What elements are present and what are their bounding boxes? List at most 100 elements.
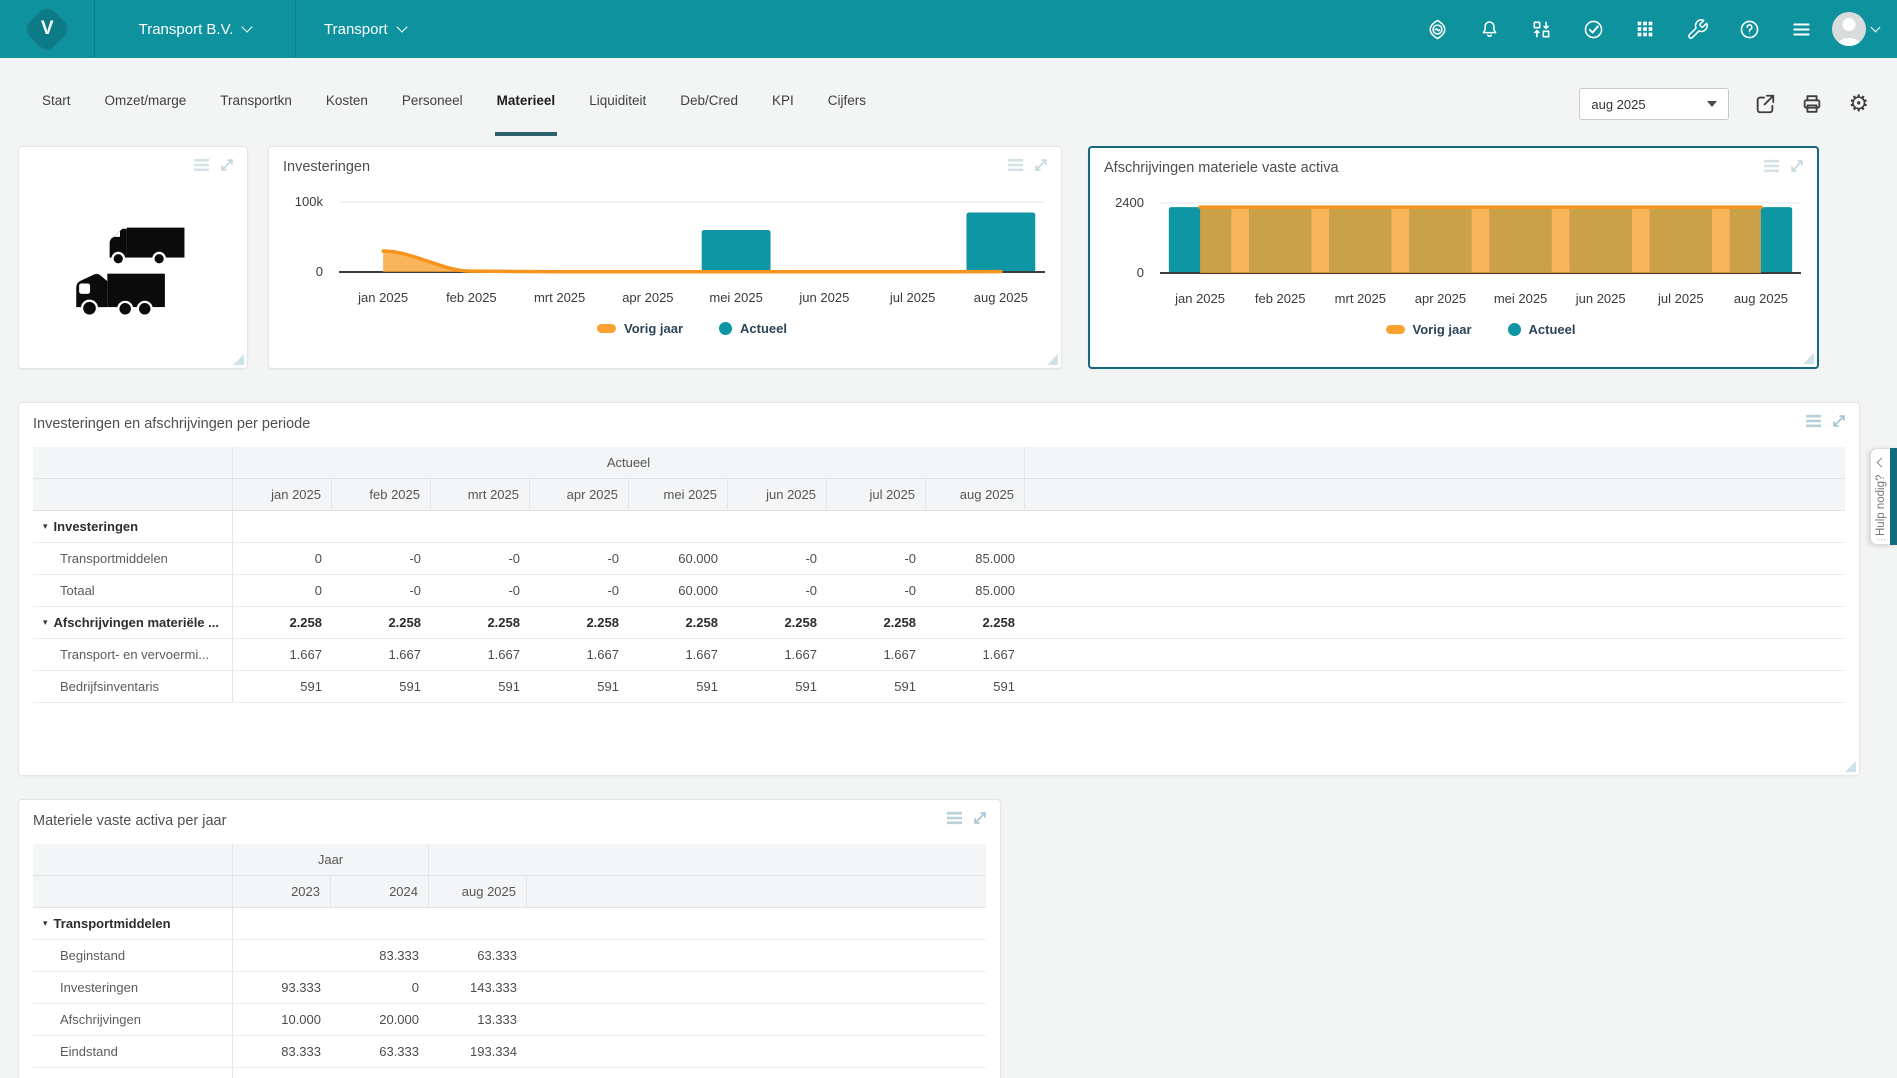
- legend-vorig-jaar[interactable]: Vorig jaar: [1386, 322, 1472, 337]
- column-header-apr-2025: apr 2025: [530, 479, 629, 510]
- x-axis-tick: jun 2025: [780, 290, 868, 305]
- row-value: [827, 511, 926, 542]
- table-row-eindstand: Eindstand83.33363.333193.334: [33, 1036, 986, 1068]
- app-logo[interactable]: V: [0, 0, 95, 58]
- resize-handle[interactable]: [1047, 354, 1058, 365]
- expand-icon[interactable]: [1033, 157, 1049, 173]
- row-value: 1.667: [530, 639, 629, 670]
- row-label: ▾Afschrijvingen materiële ...: [33, 607, 233, 638]
- row-value: 591: [431, 671, 530, 702]
- resize-handle[interactable]: [1803, 353, 1814, 364]
- x-axis-tick: mrt 2025: [516, 290, 604, 305]
- y-axis-tick: 0: [316, 264, 323, 280]
- row-value: 591: [827, 671, 926, 702]
- notifications-bell-icon[interactable]: [1463, 0, 1515, 58]
- expand-icon[interactable]: [1789, 158, 1805, 174]
- afschrijvingen-chart-panel: Afschrijvingen materiele vaste activa 24…: [1088, 146, 1819, 369]
- legend-actueel[interactable]: Actueel: [719, 321, 787, 336]
- table-row-afschrijvingen: Afschrijvingen10.00020.00013.333: [33, 1004, 986, 1036]
- period-select[interactable]: aug 2025: [1579, 88, 1729, 120]
- company-selector[interactable]: Transport B.V.: [95, 0, 296, 58]
- tab-cijfers[interactable]: Cijfers: [826, 58, 868, 136]
- tools-wrench-icon[interactable]: [1671, 0, 1723, 58]
- collapse-caret-icon[interactable]: ▾: [43, 521, 48, 532]
- tab-liquiditeit[interactable]: Liquiditeit: [587, 58, 648, 136]
- collapse-caret-icon[interactable]: ▾: [43, 918, 48, 929]
- y-axis-tick: 100k: [295, 194, 323, 210]
- area-top-line: [383, 251, 1001, 272]
- menu-hamburger-icon[interactable]: [1775, 0, 1827, 58]
- widget-menu-icon[interactable]: [1805, 414, 1822, 428]
- tab-omzet-marge[interactable]: Omzet/marge: [103, 58, 189, 136]
- apps-grid-icon[interactable]: [1619, 0, 1671, 58]
- help-tab-label: Hulp nodig?: [1875, 470, 1887, 536]
- tab-transportkn[interactable]: Transportkn: [218, 58, 294, 136]
- tasks-check-icon[interactable]: [1567, 0, 1619, 58]
- tab-kpi[interactable]: KPI: [770, 58, 796, 136]
- row-value: -0: [332, 575, 431, 606]
- x-axis-tick: apr 2025: [1400, 291, 1480, 306]
- advisor-badge-icon[interactable]: [1411, 0, 1463, 58]
- resize-handle[interactable]: [1845, 761, 1856, 772]
- table-row-investeringen: Investeringen93.3330143.333: [33, 972, 986, 1004]
- share-icon[interactable]: [1754, 93, 1776, 115]
- company-name: Transport B.V.: [139, 21, 234, 38]
- help-tab-accent: [1890, 448, 1897, 545]
- tab-start[interactable]: Start: [40, 58, 73, 136]
- row-value: [331, 908, 429, 939]
- user-avatar[interactable]: [1827, 0, 1883, 58]
- row-value: 591: [629, 671, 728, 702]
- row-value: -0: [827, 543, 926, 574]
- widget-menu-icon[interactable]: [1763, 159, 1780, 173]
- expand-icon[interactable]: [972, 810, 988, 826]
- row-value: [629, 511, 728, 542]
- chart-afschrijvingen: 24000 jan 2025feb 2025mrt 2025apr 2025me…: [1104, 196, 1801, 337]
- area-vorig-jaar: [1200, 207, 1761, 273]
- row-value: 591: [233, 671, 332, 702]
- x-axis-tick: feb 2025: [427, 290, 515, 305]
- switch-administration-icon[interactable]: [1515, 0, 1567, 58]
- x-axis-tick: apr 2025: [604, 290, 692, 305]
- drag-dots-icon: …: [1877, 536, 1887, 540]
- row-label: Afschrijvingen: [33, 1004, 233, 1035]
- resize-handle[interactable]: [233, 354, 244, 365]
- row-value: 2.258: [530, 607, 629, 638]
- print-icon[interactable]: [1801, 93, 1823, 115]
- y-axis-tick: 2400: [1115, 195, 1144, 211]
- panel-title: Investeringen: [283, 159, 370, 175]
- help-question-icon[interactable]: [1723, 0, 1775, 58]
- collapse-caret-icon[interactable]: ▾: [43, 617, 48, 628]
- tab-personeel[interactable]: Personeel: [400, 58, 465, 136]
- legend-label: Vorig jaar: [1413, 322, 1472, 337]
- dashboard-view-selector[interactable]: Transport: [296, 0, 434, 58]
- help-flyout-tab[interactable]: Hulp nodig? …: [1870, 448, 1897, 545]
- column-header-mrt-2025: mrt 2025: [431, 479, 530, 510]
- legend-actueel[interactable]: Actueel: [1508, 322, 1576, 337]
- widget-menu-icon[interactable]: [946, 811, 963, 825]
- legend-label: Vorig jaar: [624, 321, 683, 336]
- area-vorig-jaar: [383, 251, 1001, 272]
- row-value: 591: [530, 671, 629, 702]
- settings-gear-icon[interactable]: ⚙: [1848, 93, 1869, 116]
- legend-dot-icon: [719, 322, 732, 335]
- x-axis-tick: mrt 2025: [1320, 291, 1400, 306]
- widget-menu-icon[interactable]: [1007, 158, 1024, 172]
- row-value: -0: [431, 575, 530, 606]
- row-value: 1.667: [629, 639, 728, 670]
- row-label: Eindstand: [33, 1036, 233, 1067]
- row-value: 85.000: [926, 575, 1025, 606]
- toolbar-right: aug 2025 ⚙: [1579, 88, 1869, 120]
- expand-icon[interactable]: [219, 157, 235, 173]
- row-value: 20.000: [331, 1004, 429, 1035]
- tab-materieel[interactable]: Materieel: [495, 58, 558, 136]
- expand-icon[interactable]: [1831, 413, 1847, 429]
- tab-deb-cred[interactable]: Deb/Cred: [678, 58, 740, 136]
- table-group-header-row: Actueel: [33, 447, 1845, 479]
- table-row-bedrijfsinventaris: ▾Bedrijfsinventaris: [33, 1068, 986, 1078]
- widget-menu-icon[interactable]: [193, 158, 210, 172]
- column-header-2024: 2024: [331, 876, 429, 907]
- legend-vorig-jaar[interactable]: Vorig jaar: [597, 321, 683, 336]
- table-periode: Actueeljan 2025feb 2025mrt 2025apr 2025m…: [33, 447, 1845, 703]
- column-header-jan-2025: jan 2025: [233, 479, 332, 510]
- tab-kosten[interactable]: Kosten: [324, 58, 370, 136]
